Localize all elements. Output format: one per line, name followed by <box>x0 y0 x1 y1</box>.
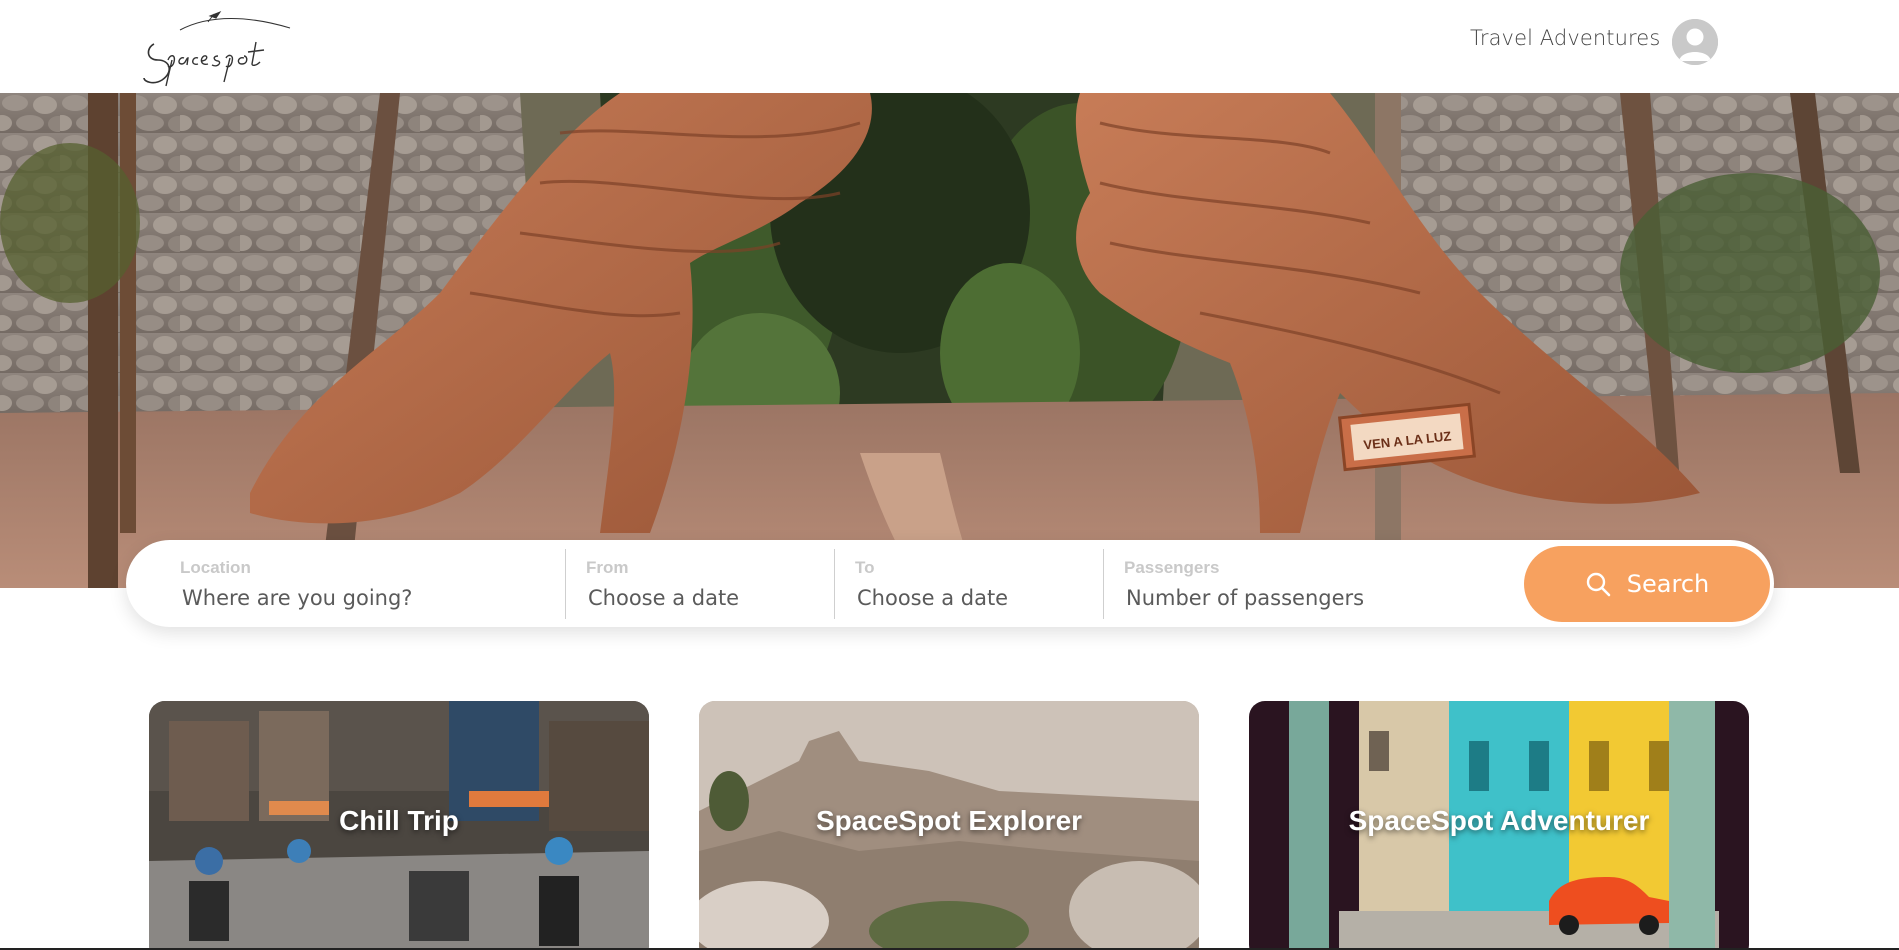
search-button[interactable]: Search <box>1524 546 1770 622</box>
nav-link-travel-adventures[interactable]: Travel Adventures <box>1470 26 1660 50</box>
card-title: SpaceSpot Explorer <box>815 805 1083 836</box>
from-date-input[interactable] <box>588 586 838 610</box>
search-bar: Location From To Passengers Search <box>126 540 1774 627</box>
trip-card-chill-trip[interactable]: Chill Trip <box>149 701 649 950</box>
trip-card-spacespot-explorer[interactable]: SpaceSpot Explorer <box>699 701 1199 950</box>
trip-card-spacespot-adventurer[interactable]: SpaceSpot Adventurer <box>1249 701 1749 950</box>
to-date-input[interactable] <box>857 586 1107 610</box>
passengers-label: Passengers <box>1124 558 1220 577</box>
divider <box>565 549 566 619</box>
from-label: From <box>586 558 629 577</box>
passengers-input[interactable] <box>1126 586 1506 610</box>
logo-graphic <box>143 10 291 87</box>
location-field: Location <box>180 540 560 627</box>
location-input[interactable] <box>182 586 542 610</box>
to-label: To <box>855 558 875 577</box>
divider <box>1103 549 1104 619</box>
passengers-field: Passengers <box>1124 540 1506 627</box>
card-title: Chill Trip <box>339 805 459 836</box>
search-icon <box>1586 572 1611 597</box>
location-label: Location <box>180 558 251 577</box>
card-title: SpaceSpot Adventurer <box>1348 805 1650 836</box>
header: Travel Adventures <box>0 0 1899 93</box>
hero-image: VEN A LA LUZ <box>0 93 1899 588</box>
user-avatar-icon[interactable] <box>1672 19 1718 65</box>
from-field: From <box>586 540 846 627</box>
spacespot-logo[interactable] <box>140 8 298 90</box>
to-field: To <box>855 540 1115 627</box>
divider <box>834 549 835 619</box>
search-button-label: Search <box>1626 570 1710 598</box>
